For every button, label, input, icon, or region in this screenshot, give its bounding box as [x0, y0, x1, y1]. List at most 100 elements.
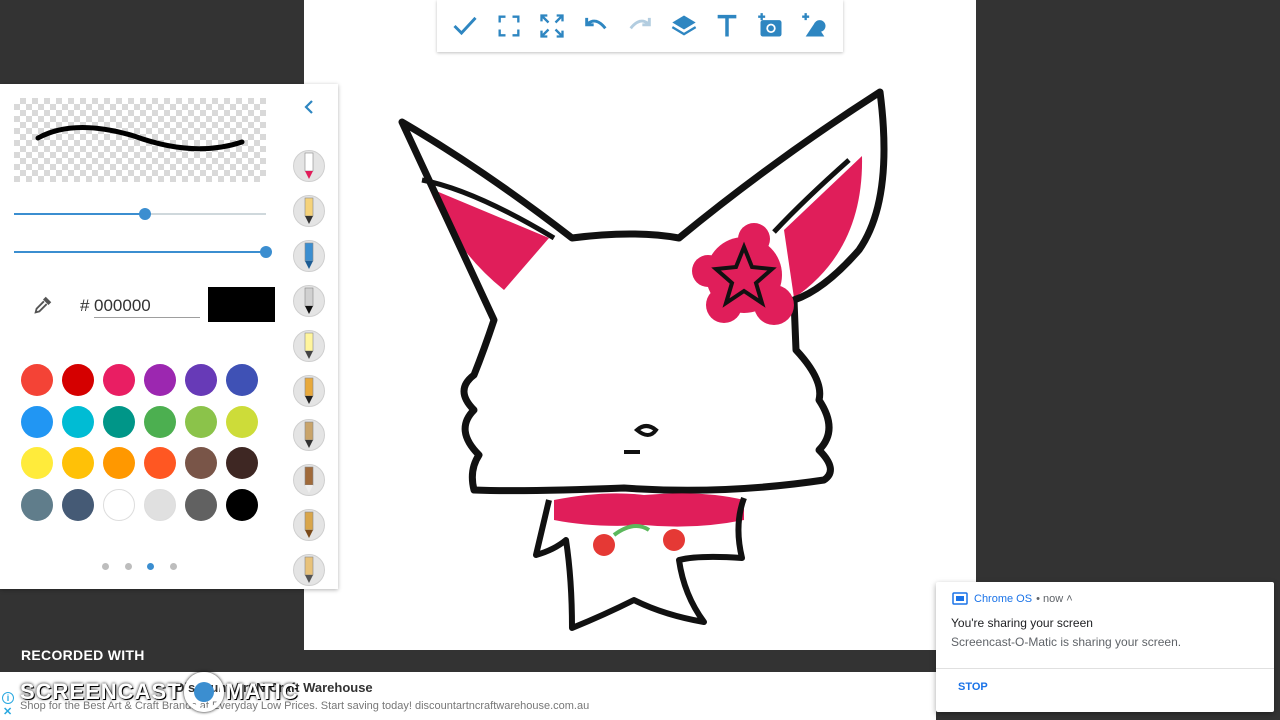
- pencil-tool[interactable]: [293, 194, 325, 227]
- color-swatch[interactable]: [226, 488, 258, 521]
- text-icon: [718, 14, 737, 37]
- logo-text-left: SCREENCAST: [20, 679, 182, 704]
- color-swatch[interactable]: [62, 405, 94, 438]
- brush-preview: [14, 98, 266, 182]
- undo-icon: [585, 17, 607, 30]
- notification-body: Screencast-O-Matic is sharing your scree…: [951, 635, 1182, 649]
- eraser-icon: [304, 556, 314, 584]
- add-shape-button[interactable]: [795, 6, 835, 46]
- brush-opacity-thumb[interactable]: [260, 246, 272, 258]
- hex-prefix: #: [80, 296, 90, 315]
- fit-screen-button[interactable]: [489, 6, 529, 46]
- brush-opacity-slider[interactable]: [14, 246, 272, 258]
- stop-sharing-button[interactable]: STOP: [958, 681, 988, 693]
- brush-tool-strip: [286, 84, 332, 589]
- notification-header: Chrome OS • now ˄: [952, 592, 1073, 606]
- fan-brush-tool[interactable]: [293, 509, 325, 542]
- notification-title: You're sharing your screen: [951, 616, 1093, 630]
- pager-dot[interactable]: [102, 563, 109, 570]
- record-icon: [183, 672, 224, 712]
- color-swatch[interactable]: [21, 447, 53, 479]
- color-swatch[interactable]: [144, 488, 176, 521]
- highlighter-icon: [304, 377, 314, 404]
- pager-dot[interactable]: [124, 563, 132, 570]
- brush-size-slider[interactable]: [14, 208, 266, 220]
- redo-button[interactable]: [620, 6, 660, 46]
- hex-color-input[interactable]: [94, 294, 200, 318]
- eraser-tool[interactable]: [293, 554, 325, 587]
- flower-decoration: [692, 223, 794, 325]
- color-swatch[interactable]: [103, 405, 135, 438]
- color-swatch[interactable]: [144, 405, 176, 438]
- layers-button[interactable]: [664, 6, 704, 46]
- screencast-o-matic-logo: SCREENCAST MATIC: [20, 672, 299, 712]
- color-swatch[interactable]: [62, 488, 94, 521]
- confirm-button[interactable]: [445, 6, 485, 46]
- fan-brush-icon: [304, 511, 314, 539]
- current-color-preview: [208, 287, 275, 322]
- color-swatch[interactable]: [21, 405, 53, 438]
- color-swatch[interactable]: [103, 364, 135, 396]
- pager-dot[interactable]: [169, 563, 177, 570]
- top-toolbar: [437, 0, 843, 52]
- color-swatch[interactable]: [185, 364, 217, 396]
- fineliner-tool[interactable]: [293, 284, 325, 317]
- flat-brush-tool[interactable]: [293, 464, 325, 497]
- color-swatch[interactable]: [103, 488, 135, 521]
- calligraphy-icon: [304, 332, 314, 359]
- ad-close-icon[interactable]: ✕: [3, 705, 12, 718]
- calligraphy-tool[interactable]: [293, 329, 325, 362]
- eyedropper-icon[interactable]: [32, 294, 54, 316]
- pencil-icon: [304, 197, 314, 224]
- marker-icon: [304, 152, 314, 179]
- drawing-canvas[interactable]: [304, 0, 976, 650]
- fullscreen-icon: [540, 14, 565, 38]
- brush-panel: #: [0, 84, 338, 589]
- ad-info-icon[interactable]: i: [2, 692, 14, 704]
- divider: [936, 668, 1274, 669]
- check-icon: [453, 16, 477, 36]
- recorded-with-label: RECORDED WITH: [21, 647, 145, 663]
- color-swatch[interactable]: [226, 405, 258, 438]
- color-swatch[interactable]: [21, 488, 53, 521]
- color-swatch[interactable]: [185, 405, 217, 438]
- color-swatch[interactable]: [144, 364, 176, 396]
- cast-screen-icon: [952, 592, 968, 605]
- fit-screen-icon: [498, 15, 520, 37]
- collapse-panel-button[interactable]: [296, 94, 322, 120]
- color-swatch[interactable]: [226, 447, 258, 479]
- logo-text-right: MATIC: [225, 679, 299, 704]
- color-swatch[interactable]: [62, 447, 94, 479]
- pager-dot[interactable]: [147, 563, 154, 570]
- fineliner-icon: [304, 287, 314, 314]
- notification-time: • now ˄: [1036, 593, 1073, 605]
- pen-icon: [304, 242, 314, 269]
- fullscreen-button[interactable]: [532, 6, 572, 46]
- chevron-left-icon: [304, 100, 313, 114]
- flat-brush-icon: [304, 466, 314, 494]
- color-swatch[interactable]: [144, 447, 176, 479]
- redo-icon: [629, 17, 651, 30]
- color-swatch[interactable]: [21, 364, 53, 396]
- add-photo-icon: [758, 13, 782, 37]
- add-text-button[interactable]: [707, 6, 747, 46]
- undo-button[interactable]: [576, 6, 616, 46]
- notification-app: Chrome OS: [974, 593, 1033, 605]
- color-swatch[interactable]: [185, 447, 217, 479]
- marker-tool[interactable]: [293, 150, 325, 182]
- pen-tool[interactable]: [293, 239, 325, 272]
- highlighter-tool[interactable]: [293, 374, 325, 407]
- color-swatch[interactable]: [103, 447, 135, 479]
- brush-size-thumb[interactable]: [139, 208, 152, 220]
- add-shape-icon: [802, 13, 826, 37]
- color-swatch[interactable]: [62, 364, 94, 396]
- color-swatch[interactable]: [185, 488, 217, 521]
- layers-icon: [671, 15, 696, 36]
- palette-pager: [102, 563, 182, 571]
- screen-share-notification: Chrome OS • now ˄ You're sharing your sc…: [936, 582, 1274, 712]
- color-swatch[interactable]: [226, 364, 258, 396]
- stroke-preview: [35, 124, 245, 152]
- round-brush-icon: [304, 422, 314, 449]
- add-photo-button[interactable]: [751, 6, 791, 46]
- round-brush-tool[interactable]: [293, 419, 325, 452]
